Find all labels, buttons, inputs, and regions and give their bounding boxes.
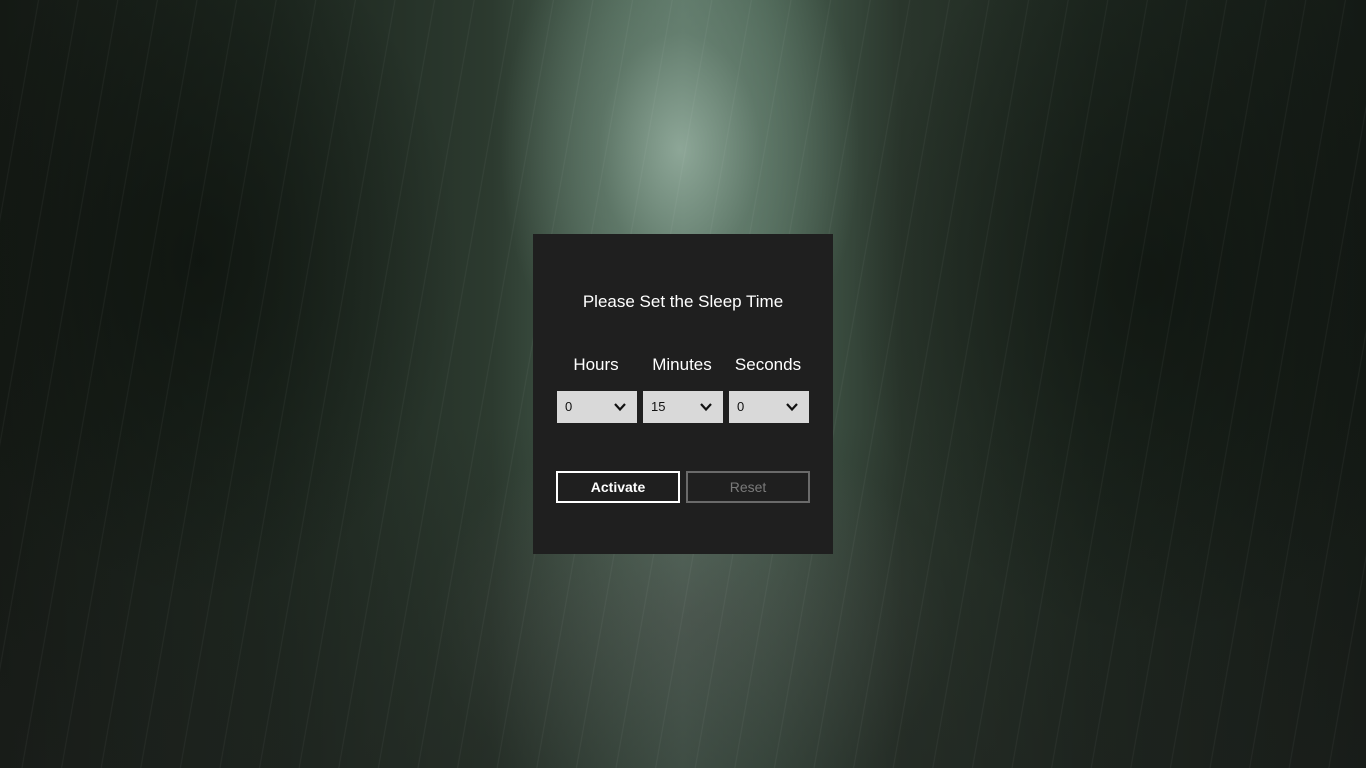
hours-value: 0 [565, 399, 573, 414]
sleep-timer-dialog: Please Set the Sleep Time Hours Minutes … [533, 234, 833, 554]
activate-button[interactable]: Activate [556, 471, 680, 503]
hours-label: Hours [573, 355, 619, 374]
minutes-value: 15 [651, 399, 666, 414]
chevron-down-icon [786, 403, 798, 412]
seconds-label: Seconds [734, 355, 802, 374]
seconds-value: 0 [737, 399, 745, 414]
minutes-select[interactable]: 15 [643, 391, 723, 423]
reset-button[interactable]: Reset [686, 471, 810, 503]
dialog-title: Please Set the Sleep Time [582, 292, 784, 311]
minutes-label: Minutes [652, 355, 712, 374]
chevron-down-icon [614, 403, 626, 412]
seconds-select[interactable]: 0 [729, 391, 809, 423]
chevron-down-icon [700, 403, 712, 412]
hours-select[interactable]: 0 [557, 391, 637, 423]
